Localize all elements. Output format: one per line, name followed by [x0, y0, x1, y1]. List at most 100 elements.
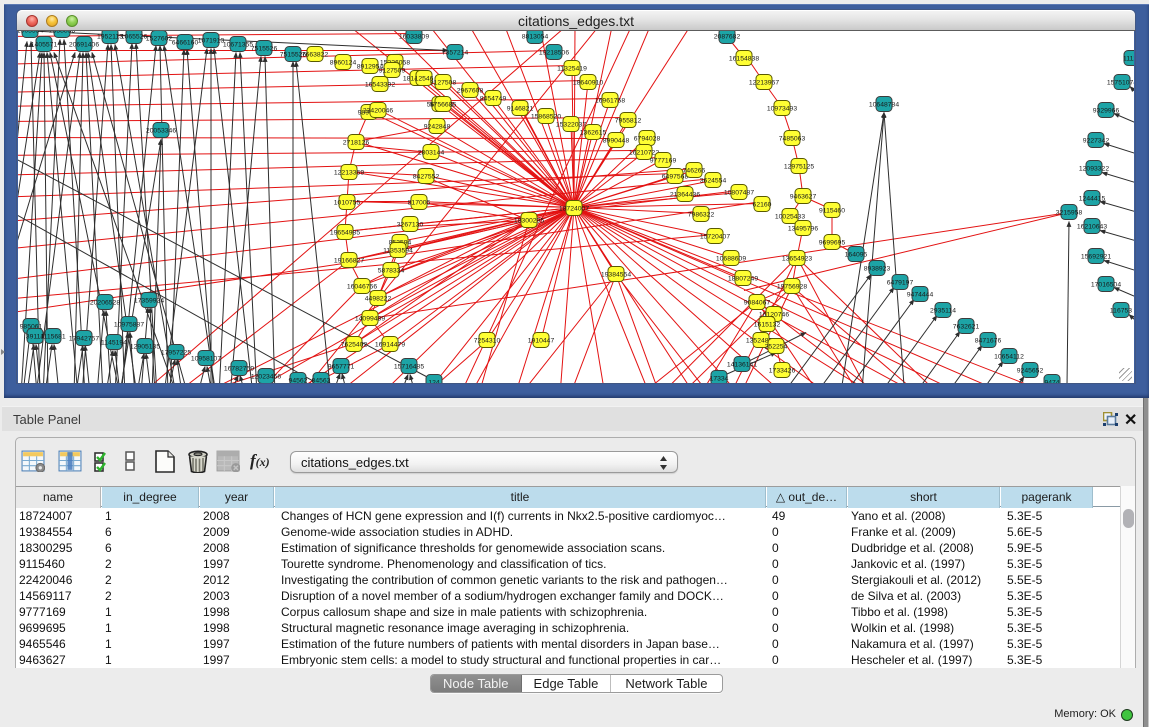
- svg-text:12093322: 12093322: [1079, 166, 1109, 173]
- svg-text:16782759: 16782759: [224, 366, 254, 373]
- svg-text:10975887: 10975887: [114, 322, 144, 329]
- svg-text:16033809: 16033809: [399, 34, 429, 41]
- svg-text:15720407: 15720407: [700, 234, 730, 241]
- svg-text:19218506: 19218506: [539, 50, 569, 57]
- svg-text:6497568: 6497568: [662, 174, 689, 181]
- svg-text:1527602: 1527602: [146, 36, 173, 43]
- svg-text:94562: 94562: [289, 378, 308, 384]
- svg-text:17359924: 17359924: [134, 298, 164, 305]
- svg-text:116753: 116753: [1110, 308, 1132, 315]
- svg-text:1405571: 1405571: [31, 42, 58, 49]
- svg-text:8813054: 8813054: [522, 34, 549, 41]
- svg-text:1244415: 1244415: [1079, 196, 1106, 203]
- svg-text:15716485: 15716485: [394, 364, 424, 371]
- svg-text:7515526: 7515526: [251, 46, 278, 53]
- svg-text:9245652: 9245652: [1017, 368, 1044, 375]
- svg-text:11353594: 11353594: [383, 248, 413, 255]
- svg-text:1010755: 1010755: [334, 200, 361, 207]
- svg-text:9777169: 9777169: [650, 158, 677, 165]
- svg-text:2967608: 2967608: [457, 88, 484, 95]
- svg-text:6479197: 6479197: [887, 280, 914, 287]
- svg-text:17942757: 17942757: [69, 336, 99, 343]
- svg-text:12213967: 12213967: [749, 80, 779, 87]
- svg-text:10807487: 10807487: [724, 190, 754, 197]
- svg-text:9146821: 9146821: [507, 106, 534, 113]
- svg-text:8960124: 8960124: [330, 60, 357, 67]
- svg-text:18724007: 18724007: [559, 206, 589, 213]
- svg-text:20206528: 20206528: [90, 300, 120, 307]
- svg-text:62160: 62160: [753, 202, 772, 209]
- svg-text:9115460: 9115460: [819, 208, 845, 215]
- svg-text:164095: 164095: [845, 252, 868, 259]
- svg-text:252254: 252254: [765, 344, 788, 351]
- svg-text:23420046: 23420046: [363, 108, 393, 115]
- svg-text:19654985: 19654985: [330, 230, 360, 237]
- svg-text:19166827: 19166827: [334, 258, 364, 265]
- svg-text:1910447: 1910447: [528, 338, 555, 345]
- svg-text:7986322: 7986322: [688, 212, 715, 219]
- svg-text:17334: 17334: [710, 376, 729, 383]
- svg-text:16543392: 16543392: [365, 82, 395, 89]
- svg-text:1358858: 1358858: [49, 31, 76, 35]
- svg-text:5878334: 5878334: [378, 268, 405, 275]
- svg-text:19756928: 19756928: [777, 284, 807, 291]
- svg-text:817006: 817006: [408, 200, 431, 207]
- svg-text:12975125: 12975125: [784, 164, 814, 171]
- svg-text:16046766: 16046766: [347, 284, 377, 291]
- svg-text:9127509: 9127509: [379, 68, 406, 75]
- svg-text:9329966: 9329966: [1093, 108, 1120, 115]
- svg-text:15322037: 15322037: [556, 122, 586, 129]
- svg-text:9657771: 9657771: [328, 364, 355, 371]
- svg-text:5756685: 5756685: [430, 102, 457, 109]
- svg-text:12905135: 12905135: [130, 344, 160, 351]
- svg-text:18807249: 18807249: [728, 276, 758, 283]
- svg-text:16961758: 16961758: [595, 98, 625, 105]
- svg-text:20053346: 20053346: [146, 128, 176, 135]
- svg-text:10025433: 10025433: [775, 214, 805, 221]
- svg-text:2935114: 2935114: [930, 308, 956, 315]
- svg-text:16210643: 16210643: [1077, 224, 1107, 231]
- svg-text:15868520: 15868520: [531, 114, 561, 121]
- svg-text:1145194: 1145194: [101, 340, 127, 347]
- svg-text:1071913: 1071913: [198, 38, 225, 45]
- svg-text:1905534: 1905534: [18, 31, 43, 35]
- svg-text:7485063: 7485063: [779, 136, 806, 143]
- svg-text:9463627: 9463627: [790, 194, 817, 201]
- svg-text:18640910: 18640910: [573, 80, 603, 87]
- svg-text:1065526: 1065526: [121, 34, 148, 41]
- svg-text:8990448: 8990448: [603, 138, 630, 145]
- svg-text:17957225: 17957225: [161, 350, 191, 357]
- svg-text:9084067: 9084067: [744, 300, 771, 307]
- svg-text:7625402: 7625402: [341, 342, 368, 349]
- svg-text:8454749: 8454749: [480, 96, 507, 103]
- svg-text:7254310: 7254310: [474, 338, 501, 345]
- svg-text:3267130: 3267130: [397, 222, 424, 229]
- svg-text:10654112: 10654112: [994, 354, 1024, 361]
- svg-text:12023466: 12023466: [251, 374, 281, 381]
- svg-text:19384554: 19384554: [601, 272, 631, 279]
- svg-text:16914479: 16914479: [375, 342, 405, 349]
- svg-text:1615132: 1615132: [754, 322, 781, 329]
- svg-text:20691406: 20691406: [69, 42, 99, 49]
- svg-text:124: 124: [428, 380, 440, 384]
- svg-text:11325419: 11325419: [557, 66, 587, 73]
- svg-text:18300295: 18300295: [514, 218, 544, 225]
- svg-text:10958107: 10958107: [191, 356, 221, 363]
- svg-text:7632621: 7632621: [953, 324, 980, 331]
- svg-text:14099489: 14099489: [355, 316, 385, 323]
- svg-text:8427552: 8427552: [413, 174, 440, 181]
- svg-text:2803144: 2803144: [418, 150, 445, 157]
- svg-text:10671355: 10671355: [223, 42, 253, 49]
- svg-text:746266: 746266: [683, 168, 706, 175]
- svg-text:7357214: 7357214: [442, 50, 469, 57]
- svg-text:2087682: 2087682: [714, 34, 741, 41]
- svg-text:13654923: 13654923: [782, 256, 812, 263]
- svg-text:16154838: 16154838: [729, 56, 759, 63]
- svg-text:1733426: 1733426: [769, 368, 796, 375]
- svg-text:6794028: 6794028: [634, 136, 661, 143]
- svg-text:17016504: 17016504: [1091, 282, 1121, 289]
- svg-text:10688609: 10688609: [716, 256, 746, 263]
- svg-text:15751074: 15751074: [1107, 80, 1134, 87]
- svg-text:6466160: 6466160: [172, 40, 199, 47]
- svg-text:9242848: 9242848: [424, 124, 451, 131]
